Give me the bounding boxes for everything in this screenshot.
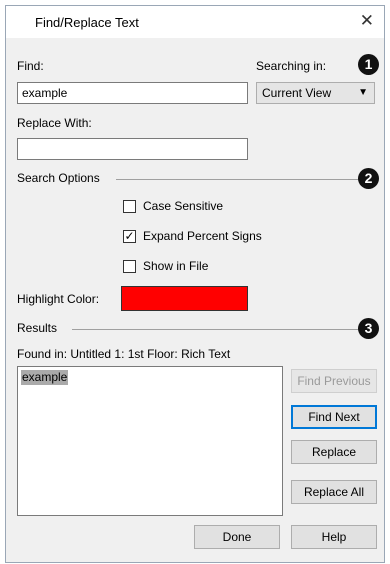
replace-with-label: Replace With: [17,116,92,130]
title-bar[interactable]: Find/Replace Text ✕ [6,6,384,38]
search-options-label: Search Options [17,171,100,185]
results-label: Results [17,321,58,335]
show-in-file-label[interactable]: Show in File [143,259,208,273]
case-sensitive-checkbox[interactable] [123,200,136,213]
done-button[interactable]: Done [194,525,280,549]
found-in-text: Found in: Untitled 1: 1st Floor: Rich Te… [17,347,231,361]
results-divider [72,329,360,330]
expand-percent-signs-checkbox[interactable]: ✓ [123,230,136,243]
replace-all-button[interactable]: Replace All [291,480,377,504]
callout-badge-1: 1 [358,54,379,75]
callout-badge-2: 2 [358,168,379,189]
show-in-file-checkbox[interactable] [123,260,136,273]
replace-button[interactable]: Replace [291,440,377,464]
search-options-divider [116,179,360,180]
find-previous-button[interactable]: Find Previous [291,369,377,393]
searching-in-value: Current View [262,86,332,100]
find-label: Find: [17,59,44,73]
window-title: Find/Replace Text [35,15,139,30]
find-replace-dialog: Find/Replace Text ✕ Find: Searching in: … [5,5,385,563]
close-icon[interactable]: ✕ [360,11,374,31]
results-list-item[interactable]: example [21,370,69,385]
callout-badge-3: 3 [358,318,379,339]
searching-in-select[interactable]: Current View ▼ [256,82,375,104]
expand-percent-signs-label[interactable]: Expand Percent Signs [143,229,262,243]
results-list[interactable]: example [17,366,283,516]
highlight-color-label: Highlight Color: [17,292,100,306]
help-button[interactable]: Help [291,525,377,549]
searching-in-label: Searching in: [256,59,327,73]
find-input[interactable]: example [17,82,248,104]
replace-with-input[interactable] [17,138,248,160]
highlight-color-swatch[interactable] [121,286,248,311]
chevron-down-icon: ▼ [358,87,368,98]
case-sensitive-label[interactable]: Case Sensitive [143,199,223,213]
find-next-button[interactable]: Find Next [291,405,377,429]
